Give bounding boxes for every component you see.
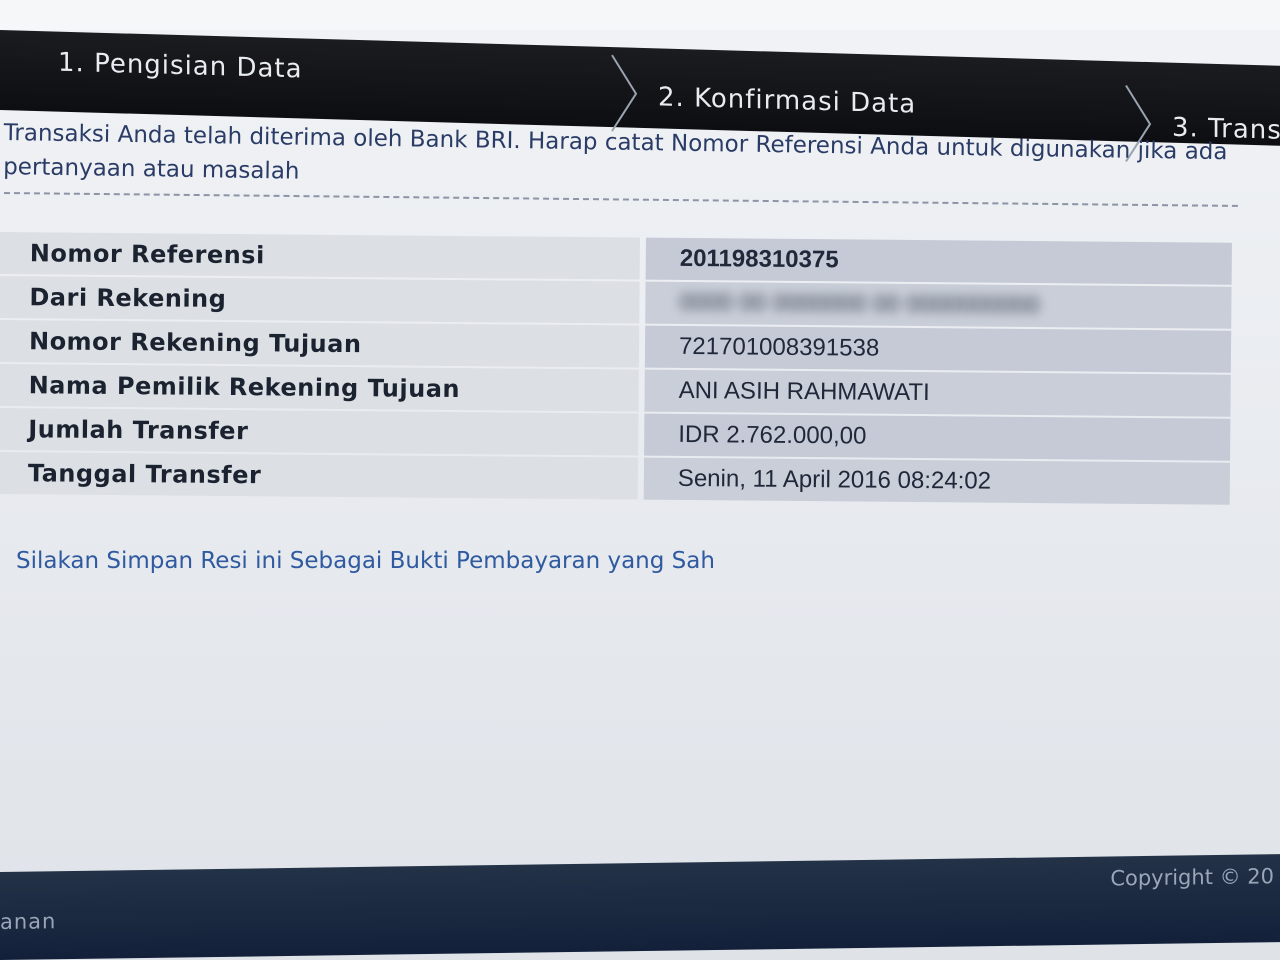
step-2-konfirmasi-data: 2. Konfirmasi Data (658, 82, 917, 120)
step-1-pengisian-data: 1. Pengisian Data (58, 47, 303, 85)
blurred-account-number: 0000 00 0000000 00 0000000000 (679, 288, 1040, 320)
detail-label: Tanggal Transfer (0, 451, 639, 500)
detail-label: Nama Pemilik Rekening Tujuan (0, 363, 639, 412)
detail-value-destination-account: 721701008391538 (644, 325, 1232, 373)
detail-label: Nomor Rekening Tujuan (0, 319, 640, 368)
receipt-note: Silakan Simpan Resi ini Sebagai Bukti Pe… (16, 548, 715, 574)
transfer-receipt-page: 1. Pengisian Data 2. Konfirmasi Data 3. … (0, 0, 1280, 960)
detail-label: Nomor Referensi (0, 232, 640, 280)
copyright-text: Copyright © 20 (1110, 864, 1274, 891)
detail-value-transfer-amount: IDR 2.762.000,00 (644, 413, 1231, 461)
footer-link[interactable]: anan (0, 909, 56, 934)
detail-label: Dari Rekening (0, 275, 640, 324)
detail-value-transfer-date: Senin, 11 April 2016 08:24:02 (643, 457, 1231, 505)
detail-value-reference-number: 201198310375 (645, 237, 1232, 285)
detail-label: Jumlah Transfer (0, 407, 639, 456)
detail-row-transfer-date: Tanggal Transfer Senin, 11 April 2016 08… (0, 451, 1231, 505)
detail-value-destination-owner: ANI ASIH RAHMAWATI (644, 369, 1231, 417)
transaction-details-table: Nomor Referensi 201198310375 Dari Rekeni… (0, 232, 1232, 507)
page-footer: Copyright © 20 anan (0, 854, 1280, 960)
chevron-right-icon (611, 54, 638, 132)
top-strip (0, 0, 1280, 30)
detail-value-source-account: 0000 00 0000000 00 0000000000 (645, 281, 1232, 329)
